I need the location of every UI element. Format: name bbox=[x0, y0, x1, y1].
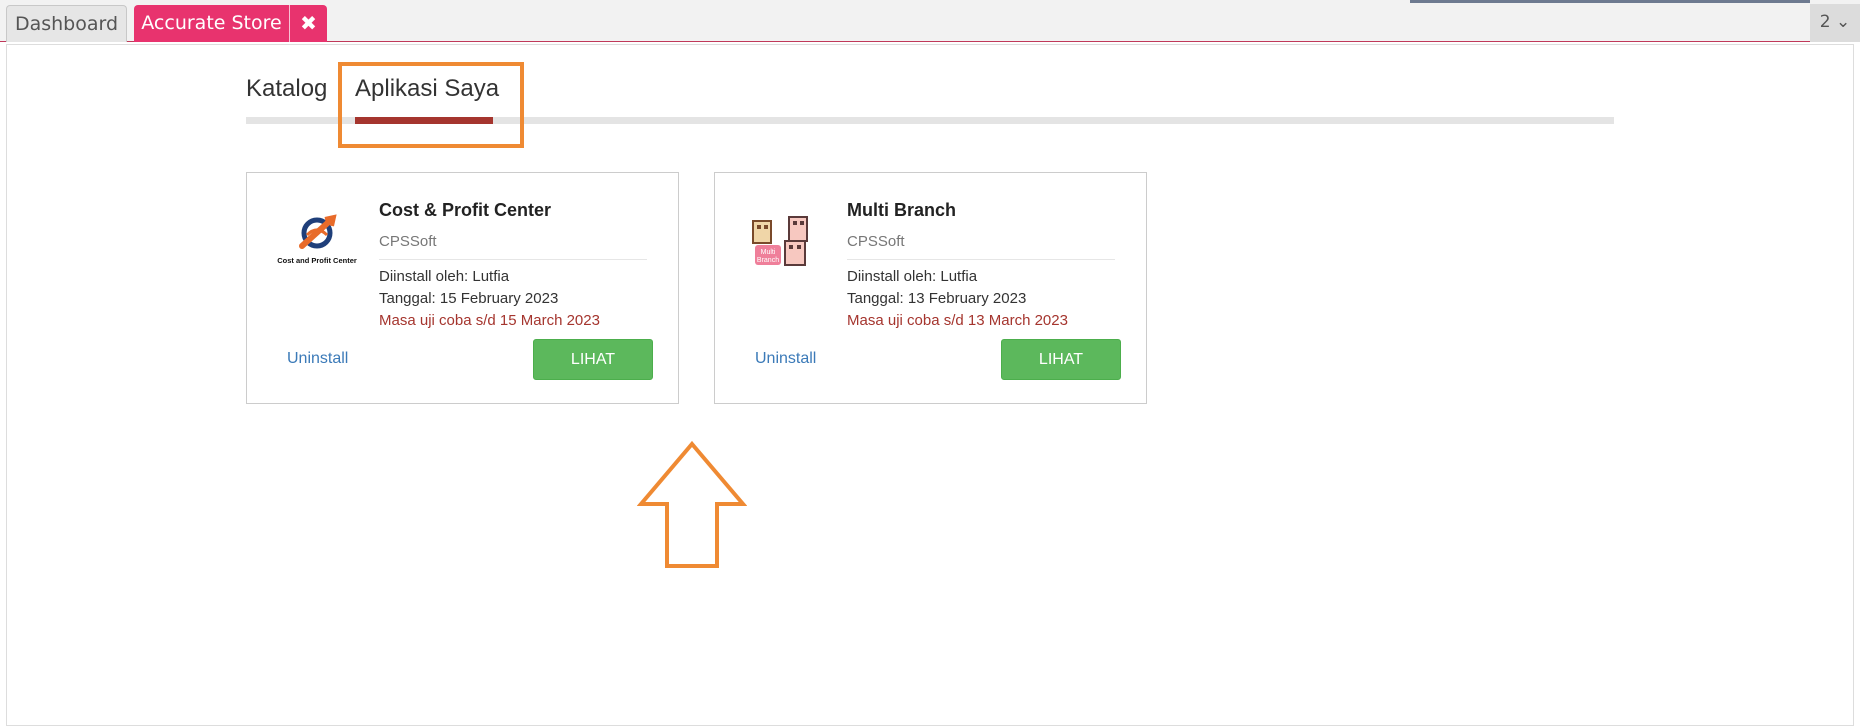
trial-period: Masa uji coba s/d 13 March 2023 bbox=[847, 312, 1068, 329]
logo-caption-line1: Multi bbox=[761, 249, 776, 256]
app-card-cost-profit-center: Cost and Profit Center Cost & Profit Cen… bbox=[246, 172, 679, 404]
highlight-annotation-box bbox=[338, 62, 524, 148]
uninstall-link[interactable]: Uninstall bbox=[287, 350, 348, 368]
window-strip bbox=[1410, 0, 1810, 3]
divider bbox=[379, 259, 647, 260]
cost-profit-center-logo: Cost and Profit Center bbox=[277, 214, 357, 265]
install-date: Tanggal: 13 February 2023 bbox=[847, 290, 1027, 307]
lihat-button[interactable]: LIHAT bbox=[533, 339, 653, 380]
tab-accurate-store[interactable]: Accurate Store ✖ bbox=[134, 5, 327, 42]
app-card-multi-branch: Multi Branch Multi Branch CPSSoft Diinst… bbox=[714, 172, 1147, 404]
lihat-button[interactable]: LIHAT bbox=[1001, 339, 1121, 380]
up-arrow-annotation bbox=[637, 440, 747, 568]
app-vendor: CPSSoft bbox=[847, 233, 905, 250]
installed-by: Diinstall oleh: Lutfia bbox=[379, 268, 510, 285]
tab-accurate-store-label: Accurate Store bbox=[141, 12, 282, 34]
uninstall-link[interactable]: Uninstall bbox=[755, 350, 816, 368]
close-icon[interactable]: ✖ bbox=[289, 5, 327, 42]
install-date: Tanggal: 15 February 2023 bbox=[379, 290, 559, 307]
app-title: Multi Branch bbox=[847, 200, 957, 220]
tab-dashboard[interactable]: Dashboard bbox=[6, 5, 127, 42]
tab-counter-dropdown[interactable]: 2 ⌄ bbox=[1810, 4, 1860, 42]
multi-branch-logo: Multi Branch bbox=[752, 216, 808, 266]
app-vendor: CPSSoft bbox=[379, 233, 437, 250]
trial-period: Masa uji coba s/d 15 March 2023 bbox=[379, 312, 600, 329]
app-title: Cost & Profit Center bbox=[379, 200, 552, 220]
installed-by: Diinstall oleh: Lutfia bbox=[847, 268, 978, 285]
divider bbox=[847, 259, 1115, 260]
logo-caption: Cost and Profit Center bbox=[277, 256, 357, 265]
tab-bar: Dashboard Accurate Store ✖ 2 ⌄ bbox=[0, 0, 1860, 42]
tab-katalog[interactable]: Katalog bbox=[246, 75, 327, 103]
logo-caption-line2: Branch bbox=[757, 257, 779, 264]
